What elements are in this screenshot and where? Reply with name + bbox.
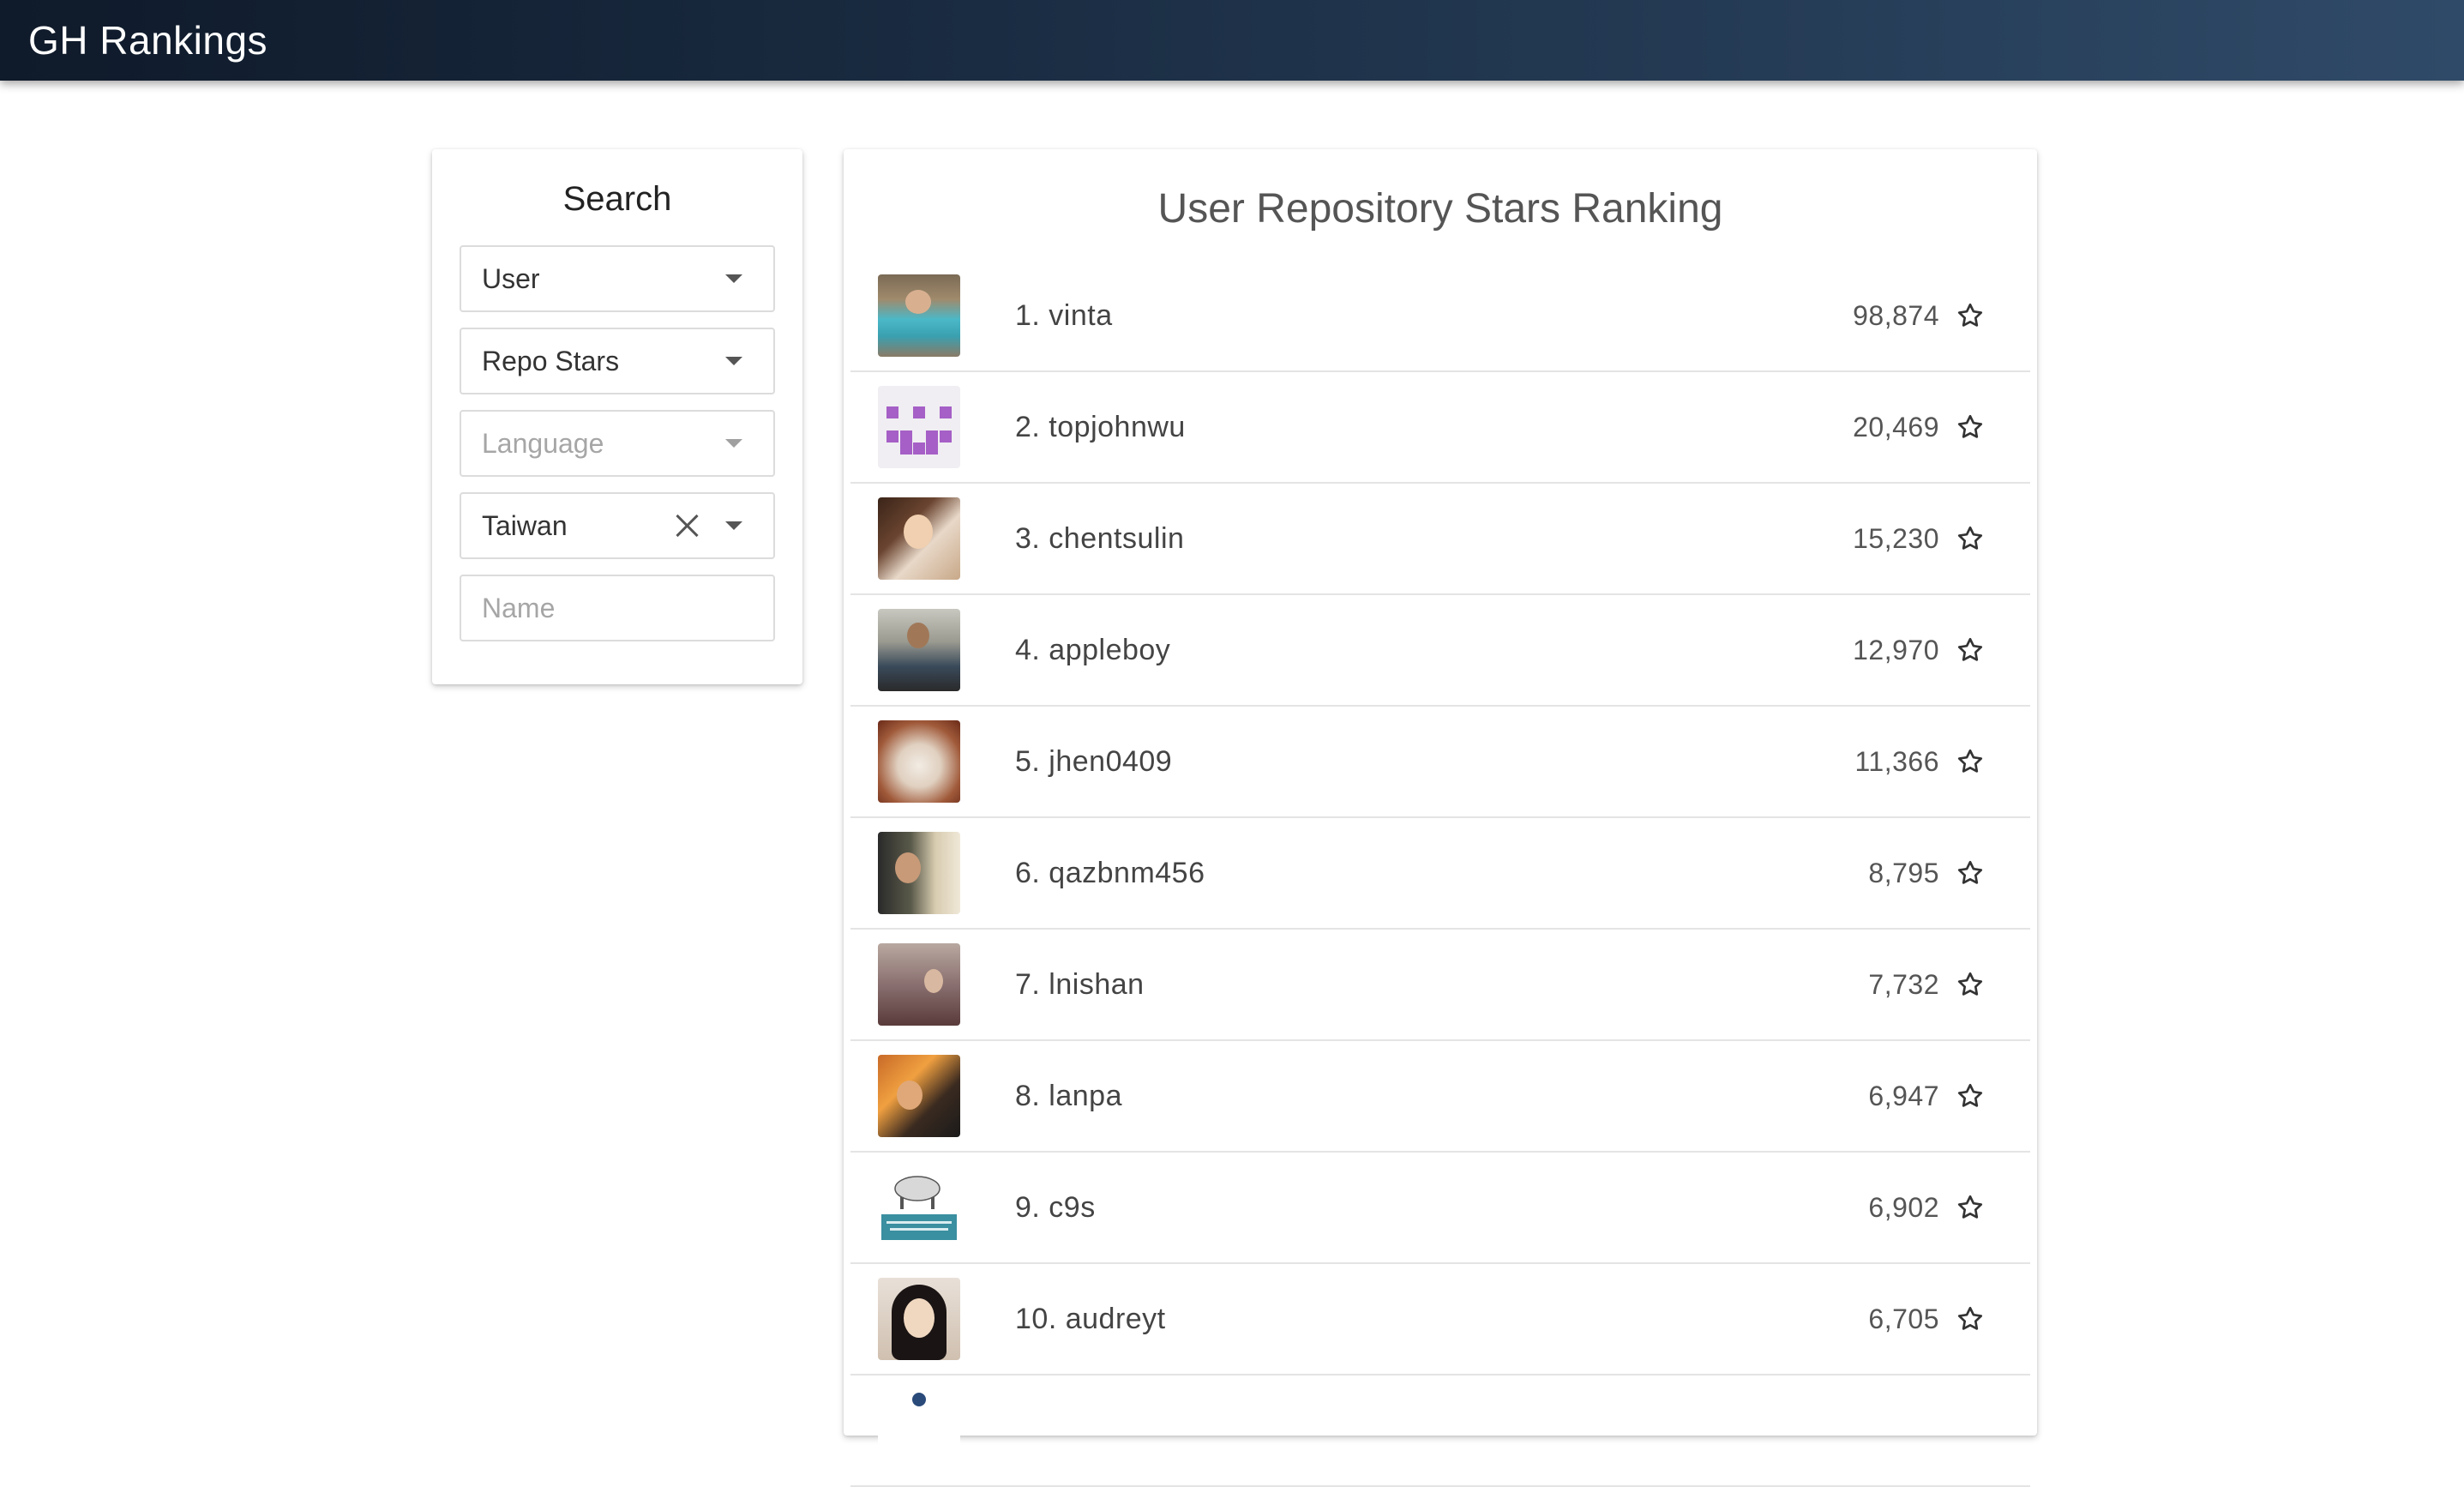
star-outline-icon	[1957, 637, 1983, 661]
ranking-row[interactable]: 4. appleboy 12,970	[850, 595, 2030, 707]
avatar[interactable]	[878, 1166, 960, 1249]
star-count: 20,469	[1853, 411, 1939, 442]
star-outline-icon	[1957, 1083, 1983, 1107]
app-bar: GH Rankings	[0, 0, 2464, 81]
search-title: Search	[562, 180, 672, 218]
star-count: 6,902	[1868, 1191, 1939, 1223]
avatar[interactable]	[878, 609, 960, 691]
star-count: 6,705	[1868, 1303, 1939, 1334]
sort-select[interactable]: Repo Stars	[460, 328, 775, 394]
star-count: 15,230	[1853, 522, 1939, 554]
ranking-row[interactable]: 5. jhen0409 11,366	[850, 707, 2030, 818]
search-panel: Search User Repo Stars Language Taiwan	[432, 149, 802, 684]
ranking-user-name[interactable]: 9. c9s	[1015, 1191, 1868, 1225]
avatar[interactable]	[878, 497, 960, 580]
star-count: 8,795	[1868, 857, 1939, 888]
avatar[interactable]	[878, 832, 960, 914]
ranking-row[interactable]: 1. vinta 98,874	[850, 261, 2030, 372]
ranking-user-name[interactable]: 2. topjohnwu	[1015, 411, 1853, 444]
avatar[interactable]	[878, 386, 960, 468]
ranking-row[interactable]: 2. topjohnwu 20,469	[850, 372, 2030, 484]
ranking-row[interactable]: 7. lnishan 7,732	[850, 930, 2030, 1041]
avatar[interactable]	[878, 943, 960, 1026]
language-select-placeholder: Language	[482, 427, 604, 459]
location-select-value: Taiwan	[482, 509, 568, 541]
star-count: 12,970	[1853, 634, 1939, 665]
ranking-row[interactable]: 3. chentsulin 15,230	[850, 484, 2030, 595]
star-outline-icon	[1957, 749, 1983, 773]
ranking-title: User Repository Stars Ranking	[1157, 186, 1723, 232]
caret-down-icon	[725, 357, 742, 365]
ranking-user-name[interactable]: 3. chentsulin	[1015, 522, 1853, 556]
star-outline-icon	[1957, 414, 1983, 438]
star-outline-icon	[1957, 1306, 1983, 1330]
ranking-list: 1. vinta 98,874 2. topjohnwu 20,469 3. c…	[850, 261, 2030, 1487]
star-outline-icon	[1957, 303, 1983, 327]
ranking-panel: User Repository Stars Ranking 1. vinta 9…	[844, 149, 2037, 1487]
star-outline-icon	[1957, 1195, 1983, 1219]
avatar[interactable]	[878, 720, 960, 803]
avatar[interactable]	[878, 1055, 960, 1137]
ranking-user-name[interactable]: 4. appleboy	[1015, 634, 1853, 667]
caret-down-icon	[725, 439, 742, 448]
ranking-user-name[interactable]: 6. qazbnm456	[1015, 857, 1868, 890]
ranking-row[interactable]: 6. qazbnm456 8,795	[850, 818, 2030, 930]
caret-down-icon	[725, 274, 742, 283]
app-title[interactable]: GH Rankings	[28, 17, 267, 63]
star-outline-icon	[1957, 526, 1983, 550]
ranking-row[interactable]: 8. lanpa 6,947	[850, 1041, 2030, 1153]
type-select[interactable]: User	[460, 245, 775, 312]
star-outline-icon	[1957, 972, 1983, 996]
avatar[interactable]	[878, 274, 960, 357]
language-select[interactable]: Language	[460, 410, 775, 477]
star-outline-icon	[1957, 860, 1983, 884]
star-count: 7,732	[1868, 968, 1939, 1000]
caret-down-icon	[725, 521, 742, 530]
avatar[interactable]	[878, 1389, 960, 1472]
star-count: 98,874	[1853, 299, 1939, 331]
ranking-user-name[interactable]: 5. jhen0409	[1015, 745, 1855, 779]
sort-select-value: Repo Stars	[482, 345, 620, 376]
ranking-row[interactable]: 9. c9s 6,902	[850, 1153, 2030, 1264]
ranking-row[interactable]	[850, 1376, 2030, 1487]
star-count: 11,366	[1854, 745, 1939, 777]
ranking-user-name[interactable]: 8. lanpa	[1015, 1080, 1868, 1113]
close-icon[interactable]	[674, 513, 700, 539]
avatar[interactable]	[878, 1278, 960, 1360]
ranking-user-name[interactable]: 10. audreyt	[1015, 1303, 1868, 1336]
location-select[interactable]: Taiwan	[460, 492, 775, 559]
ranking-user-name[interactable]: 7. lnishan	[1015, 968, 1868, 1002]
type-select-value: User	[482, 262, 540, 294]
star-count: 6,947	[1868, 1080, 1939, 1111]
ranking-user-name[interactable]: 1. vinta	[1015, 299, 1853, 333]
name-input[interactable]	[460, 575, 775, 641]
ranking-row[interactable]: 10. audreyt 6,705	[850, 1264, 2030, 1376]
